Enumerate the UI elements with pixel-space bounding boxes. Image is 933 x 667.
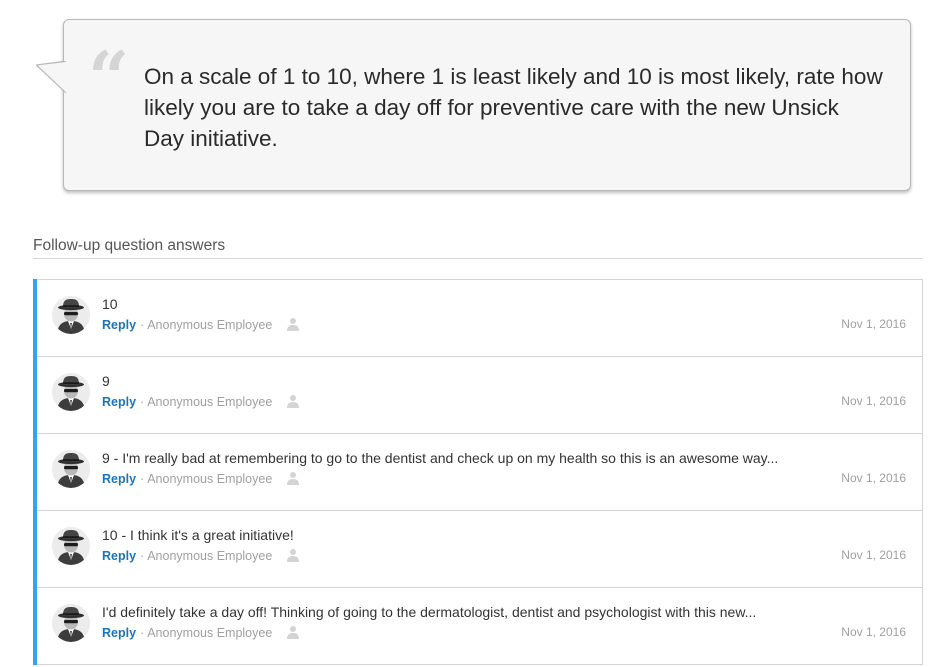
reply-link[interactable]: Reply [102,626,136,640]
answer-item: I'd definitely take a day off! Thinking … [33,587,922,665]
page: “ On a scale of 1 to 10, where 1 is leas… [0,0,933,667]
answer-item: 10 Reply · Anonymous Employee Nov 1, 2016 [33,279,922,357]
answer-date: Nov 1, 2016 [841,548,906,562]
answer-text: I'd definitely take a day off! Thinking … [102,604,757,620]
answer-date: Nov 1, 2016 [841,625,906,639]
answer-text: 9 [102,373,110,389]
meta-separator: · [140,472,145,486]
anonymous-avatar-icon [52,373,90,411]
answer-text: 9 - I'm really bad at remembering to go … [102,450,779,466]
anonymous-person-icon [286,395,299,408]
question-text: On a scale of 1 to 10, where 1 is least … [144,64,883,151]
answer-text: 10 [102,296,118,312]
anonymous-avatar-icon [52,604,90,642]
bubble-tail [36,61,66,95]
followup-section-title: Follow-up question answers [33,237,226,254]
author-name: Anonymous Employee [147,318,273,332]
meta-separator: · [140,395,145,409]
answer-list: 10 Reply · Anonymous Employee Nov 1, 2016 [33,279,923,665]
section-divider [33,258,923,259]
anonymous-person-icon [286,549,299,562]
meta-separator: · [140,626,145,640]
answer-meta: Reply · Anonymous Employee [102,471,300,486]
open-quote-icon: “ [88,35,130,120]
answer-meta: Reply · Anonymous Employee [102,548,300,563]
meta-separator: · [140,549,145,563]
answer-item: 9 - I'm really bad at remembering to go … [33,433,922,511]
reply-link[interactable]: Reply [102,549,136,563]
author-name: Anonymous Employee [147,549,273,563]
answer-meta: Reply · Anonymous Employee [102,317,300,332]
author-name: Anonymous Employee [147,395,273,409]
answer-meta: Reply · Anonymous Employee [102,394,300,409]
anonymous-person-icon [286,626,299,639]
anonymous-avatar-icon [52,450,90,488]
reply-link[interactable]: Reply [102,318,136,332]
answer-date: Nov 1, 2016 [841,394,906,408]
anonymous-avatar-icon [52,527,90,565]
answer-item: 9 Reply · Anonymous Employee Nov 1, 2016 [33,356,922,434]
answer-date: Nov 1, 2016 [841,317,906,331]
answer-meta: Reply · Anonymous Employee [102,625,300,640]
anonymous-person-icon [286,318,299,331]
answer-item: 10 - I think it's a great initiative! Re… [33,510,922,588]
meta-separator: · [140,318,145,332]
reply-link[interactable]: Reply [102,472,136,486]
author-name: Anonymous Employee [147,472,273,486]
answer-date: Nov 1, 2016 [841,471,906,485]
author-name: Anonymous Employee [147,626,273,640]
anonymous-avatar-icon [52,296,90,334]
reply-link[interactable]: Reply [102,395,136,409]
anonymous-person-icon [286,472,299,485]
answer-text: 10 - I think it's a great initiative! [102,527,294,543]
